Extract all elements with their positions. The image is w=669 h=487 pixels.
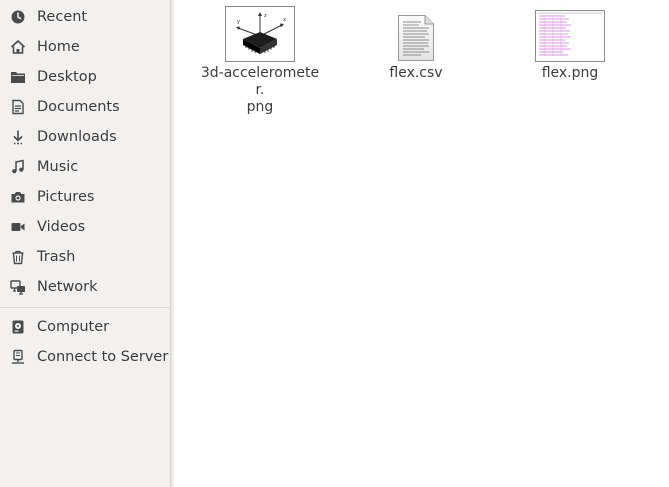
file-name: flex.csv — [389, 65, 442, 82]
network-icon — [10, 279, 26, 295]
text-document-icon — [398, 15, 434, 61]
sidebar-item-label: Trash — [37, 249, 76, 265]
clock-icon — [10, 9, 26, 25]
file-name-line1: 3d-accelerometer. — [200, 65, 320, 98]
sidebar-item-label: Recent — [37, 9, 88, 25]
sidebar-item-videos[interactable]: Videos — [0, 212, 170, 242]
file-item-flex-csv[interactable]: flex.csv — [356, 4, 476, 82]
sidebar-item-label: Music — [37, 159, 79, 175]
file-name-line1: flex.png — [541, 65, 599, 81]
sidebar-item-pictures[interactable]: Pictures — [0, 182, 170, 212]
sidebar: Recent Home Desktop Documents Downloads — [0, 0, 171, 487]
sidebar-item-label: Videos — [37, 219, 86, 235]
video-icon — [10, 219, 26, 235]
svg-text:z: z — [264, 13, 267, 19]
drive-icon — [10, 319, 26, 335]
trash-icon — [10, 249, 26, 265]
sidebar-item-network[interactable]: Network — [0, 272, 170, 302]
file-name: flex.png — [542, 65, 599, 82]
sidebar-item-label: Connect to Server — [37, 349, 169, 365]
sidebar-item-label: Documents — [37, 99, 120, 115]
sidebar-item-label: Computer — [37, 319, 110, 335]
svg-text:x: x — [283, 17, 286, 23]
file-name-line1: flex.csv — [389, 65, 443, 81]
folder-icon — [10, 69, 26, 85]
sidebar-item-home[interactable]: Home — [0, 32, 170, 62]
flex-image-thumbnail-icon — [535, 10, 605, 62]
sidebar-separator — [0, 307, 170, 308]
sidebar-item-desktop[interactable]: Desktop — [0, 62, 170, 92]
sidebar-item-recent[interactable]: Recent — [0, 2, 170, 32]
image-thumbnail — [535, 4, 605, 62]
document-icon — [10, 99, 26, 115]
camera-icon — [10, 189, 26, 205]
file-name-line2: png — [246, 99, 274, 115]
sidebar-item-trash[interactable]: Trash — [0, 242, 170, 272]
file-view[interactable]: z y x 3d-accelerometer. png flex.csv fle… — [175, 0, 669, 487]
sidebar-item-documents[interactable]: Documents — [0, 92, 170, 122]
sidebar-item-downloads[interactable]: Downloads — [0, 122, 170, 152]
file-item-3d-accelerometer[interactable]: z y x 3d-accelerometer. png — [200, 4, 320, 116]
sidebar-item-label: Desktop — [37, 69, 97, 85]
sidebar-item-connect-to-server[interactable]: Connect to Server — [0, 342, 170, 372]
sidebar-item-label: Home — [37, 39, 80, 55]
sidebar-item-computer[interactable]: Computer — [0, 312, 170, 342]
sidebar-item-label: Network — [37, 279, 98, 295]
sidebar-item-label: Pictures — [37, 189, 95, 205]
file-name: 3d-accelerometer. png — [200, 65, 320, 116]
image-thumbnail: z y x — [225, 4, 295, 62]
sidebar-item-label: Downloads — [37, 129, 117, 145]
sidebar-item-music[interactable]: Music — [0, 152, 170, 182]
text-document-thumbnail — [397, 4, 435, 62]
download-icon — [10, 129, 26, 145]
music-icon — [10, 159, 26, 175]
server-icon — [10, 349, 26, 365]
home-icon — [10, 39, 26, 55]
file-item-flex-png[interactable]: flex.png — [510, 4, 630, 82]
file-manager-window: Recent Home Desktop Documents Downloads — [0, 0, 669, 487]
accelerometer-thumbnail-icon: z y x — [225, 6, 295, 62]
svg-text:y: y — [237, 19, 240, 25]
